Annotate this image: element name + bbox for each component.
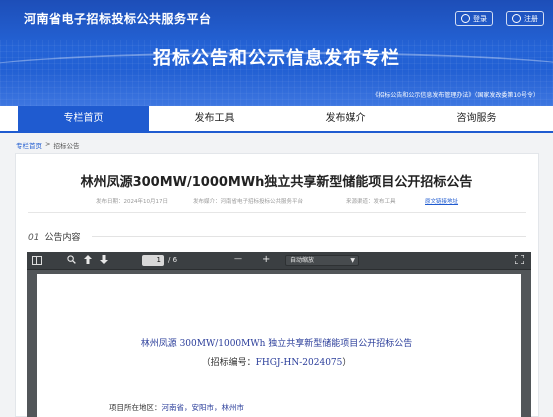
publish-date: 发布日期：2024年10月17日 <box>96 199 168 205</box>
sidebar-toggle-icon[interactable] <box>32 256 42 265</box>
pdf-toolbar: 1 / 6 — + 自动缩放 ▼ <box>27 252 531 270</box>
pdf-location-label: 项目所在地区： <box>109 403 162 412</box>
site-title[interactable]: 河南省电子招标投标公共服务平台 <box>24 10 212 27</box>
title-divider <box>28 212 526 213</box>
user-icon <box>461 14 470 23</box>
login-button[interactable]: 登录 <box>455 11 493 26</box>
fullscreen-icon[interactable] <box>514 254 525 266</box>
pdf-code-prefix: （招标编号： <box>201 358 256 368</box>
page-number-input[interactable]: 1 <box>142 255 164 266</box>
pdf-location-value: 河南省，安阳市，林州市 <box>161 403 245 412</box>
register-button[interactable]: 注册 <box>506 11 544 26</box>
page-title: 林州凤源300MW/1000MWh独立共享新型储能项目公开招标公告 <box>80 175 473 190</box>
source-channel: 来源渠道：发布工具 <box>346 199 396 205</box>
banner-skyline <box>0 70 553 106</box>
register-label: 注册 <box>524 14 538 23</box>
page-down-icon[interactable] <box>100 255 108 266</box>
breadcrumb-current: 招标公告 <box>53 142 80 150</box>
section-number: 01 <box>28 233 40 243</box>
pdf-project-location: 项目所在地区：河南省，安阳市，林州市 <box>109 402 244 413</box>
nav-item-media[interactable]: 发布媒介 <box>280 106 411 131</box>
page-up-icon[interactable] <box>84 255 92 266</box>
zoom-select[interactable]: 自动缩放 ▼ <box>285 255 359 266</box>
nav-item-home[interactable]: 专栏首页 <box>18 106 149 131</box>
pdf-code-suffix: ） <box>342 358 352 368</box>
login-label: 登录 <box>473 14 487 23</box>
breadcrumb-separator: > <box>45 140 51 148</box>
section-title: 公告内容 <box>44 233 81 243</box>
nav-item-tools[interactable]: 发布工具 <box>149 106 280 131</box>
section-divider <box>92 236 526 237</box>
breadcrumb-home[interactable]: 专栏首页 <box>16 140 42 150</box>
zoom-select-value: 自动缩放 <box>290 257 315 264</box>
pdf-tender-code: （招标编号：FHGJ-HN-2024075） <box>0 355 553 368</box>
nav-underline <box>0 131 553 133</box>
original-link[interactable]: 原文链接地址 <box>425 197 458 205</box>
zoom-in-button[interactable]: + <box>262 254 270 265</box>
publisher: 发布媒介：河南省电子招标投标公共服务平台 <box>193 199 304 205</box>
zoom-out-button[interactable]: — <box>234 254 242 263</box>
pdf-viewer[interactable]: 1 / 6 — + 自动缩放 ▼ <box>27 252 531 417</box>
nav-item-consult[interactable]: 咨询服务 <box>411 106 542 131</box>
pdf-document-title: 林州凤源 300MW/1000MWh 独立共享新型储能项目公开招标公告 <box>140 339 413 349</box>
section-header: 01 公告内容 <box>28 230 80 243</box>
search-icon[interactable] <box>67 255 76 266</box>
pdf-code-value: FHGJ-HN-2024075 <box>255 358 343 368</box>
breadcrumb: 专栏首页 > 招标公告 <box>16 140 79 150</box>
banner-title: 招标公告和公示信息发布专栏 <box>153 48 400 69</box>
banner-note: 《招标公告和公示信息发布管理办法》（国家发改委第10号令） <box>372 92 539 99</box>
chevron-down-icon: ▼ <box>350 257 355 264</box>
page-total: / 6 <box>168 256 178 264</box>
main-nav: 专栏首页 发布工具 发布媒介 咨询服务 <box>0 106 553 131</box>
user-plus-icon <box>512 14 521 23</box>
